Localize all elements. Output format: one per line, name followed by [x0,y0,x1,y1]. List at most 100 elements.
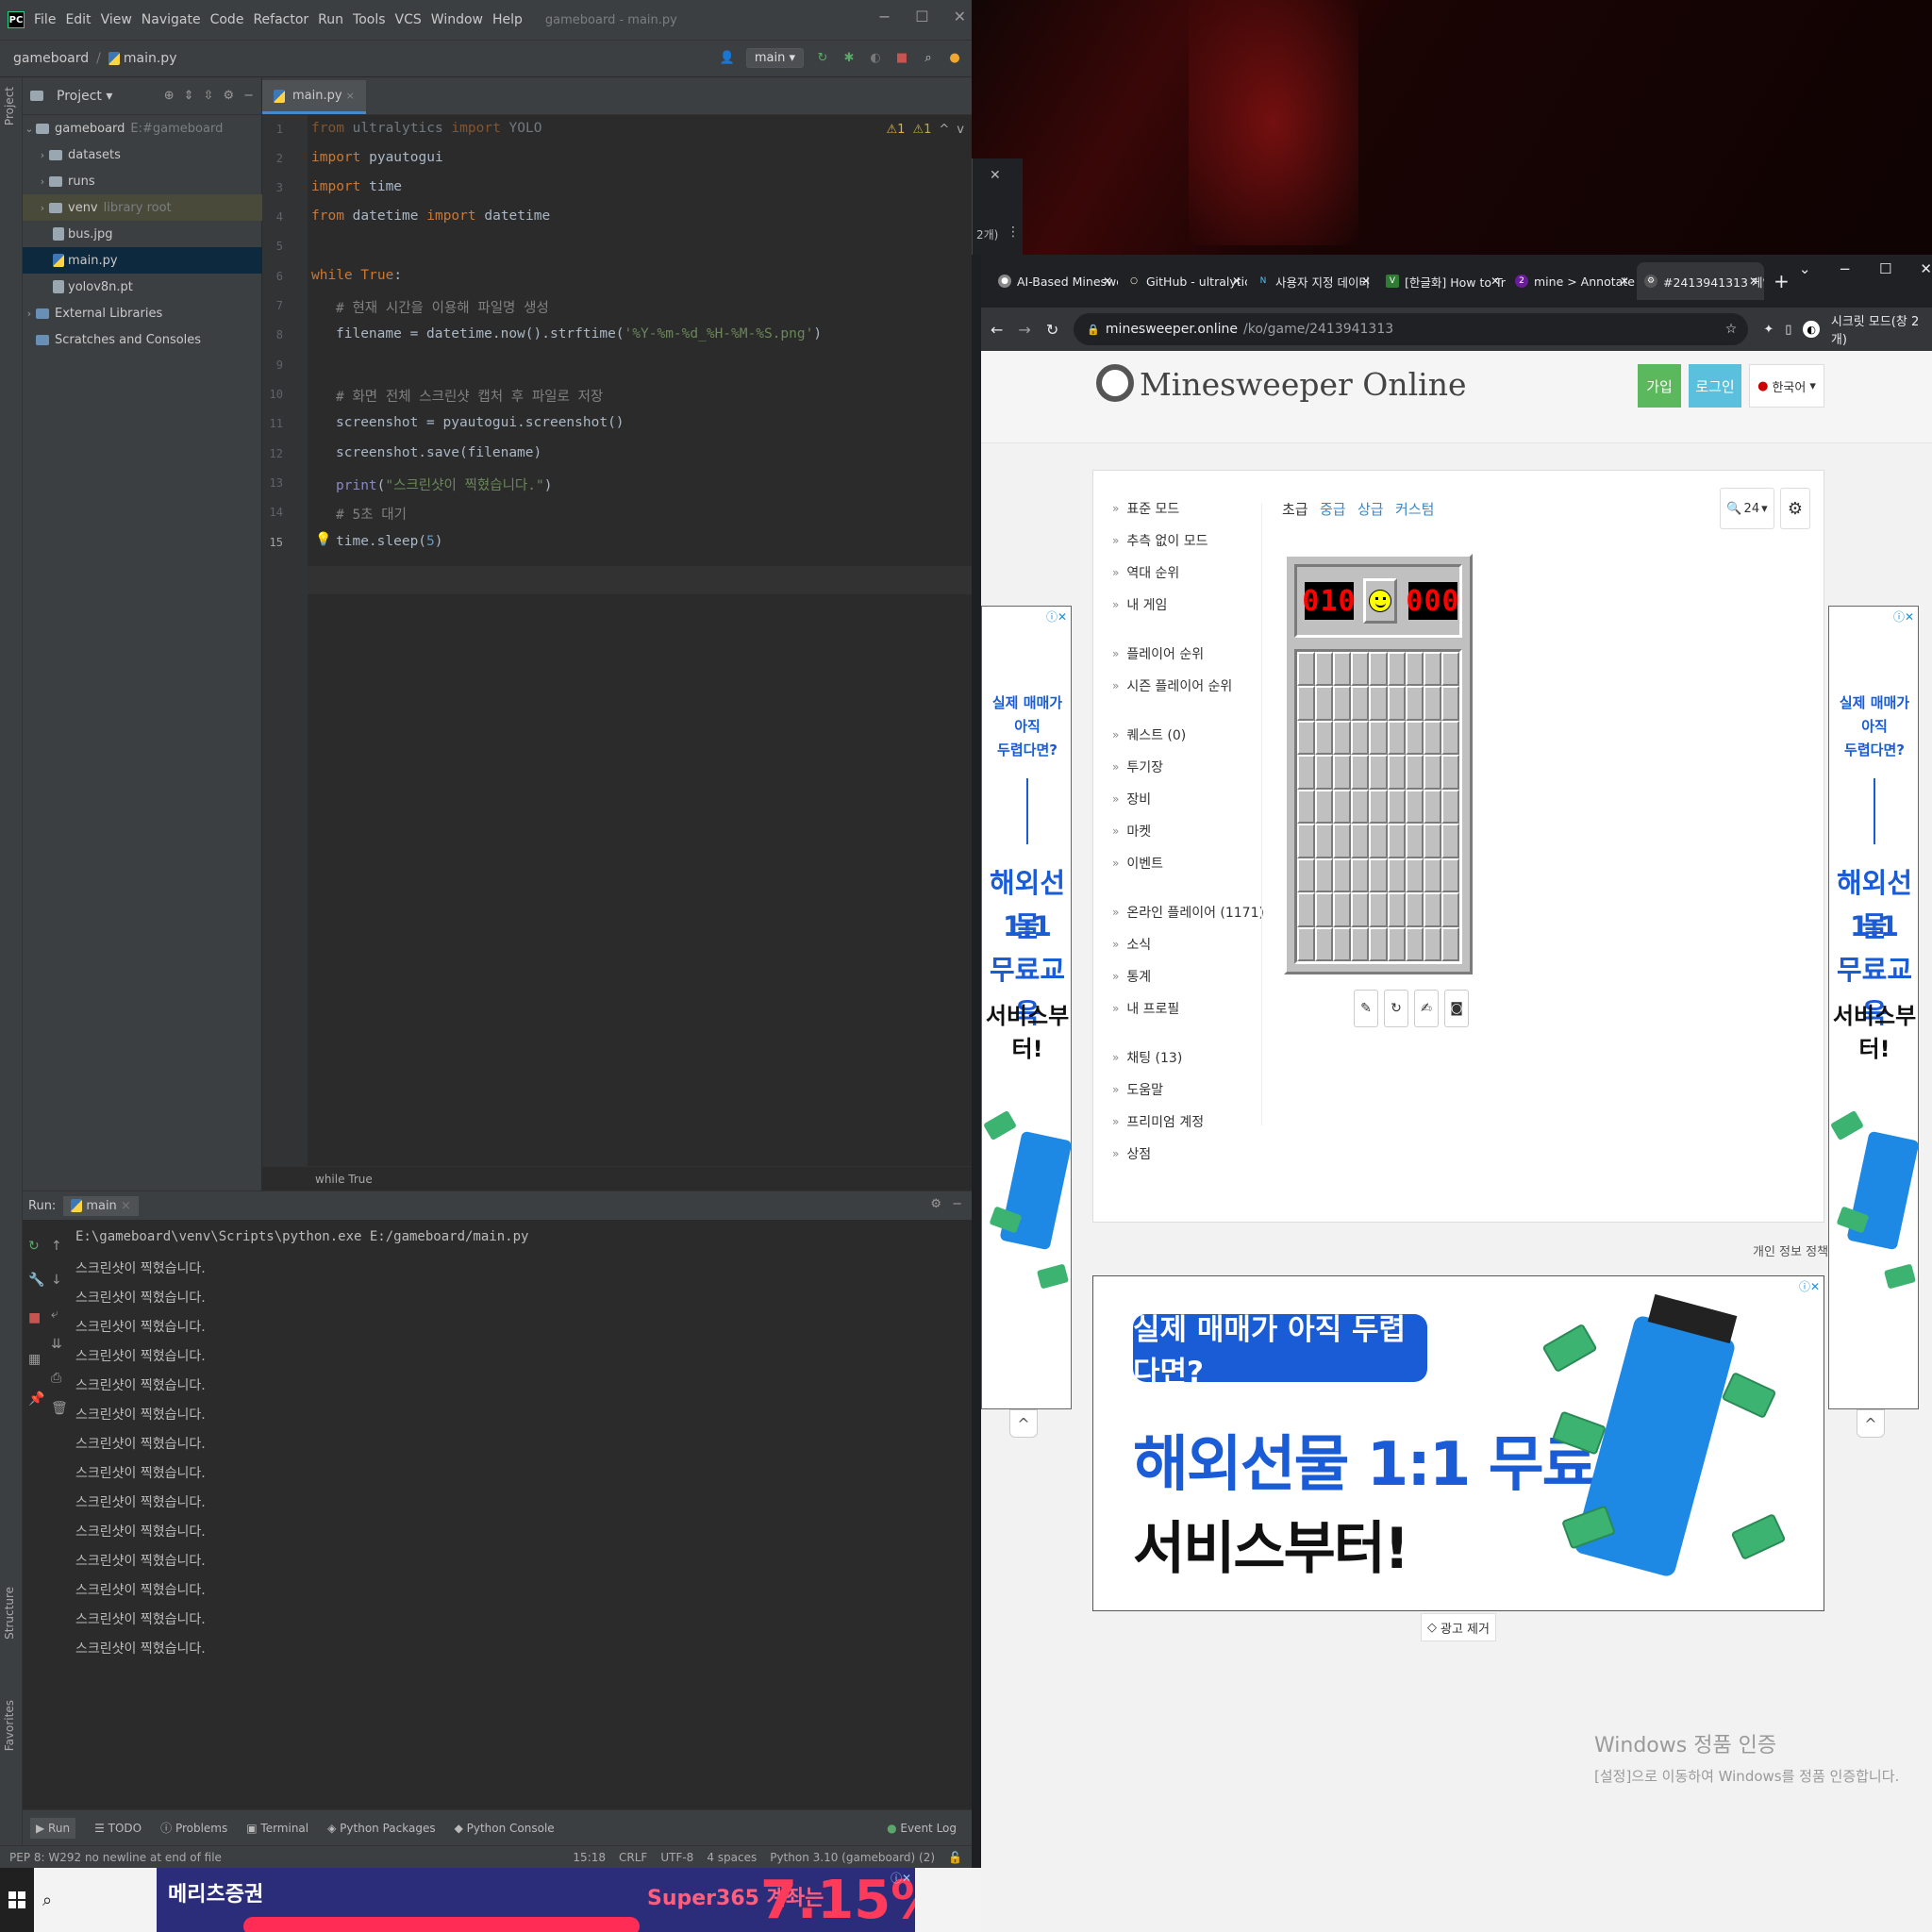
minimize-icon[interactable]: − [878,8,891,25]
mine-cell[interactable] [1315,926,1334,961]
mine-cell[interactable] [1369,755,1388,790]
mine-cell[interactable] [1441,824,1459,858]
url-input[interactable]: 🔒 minesweeper.online/ko/game/2413941313 … [1074,313,1749,345]
menu-online-players[interactable]: » 온라인 플레이어 (1171) [1112,903,1264,922]
debug-icon[interactable]: ✱ [841,51,857,66]
browser-tab-1[interactable]: ●AI-Based Minesweeper✕ [991,262,1118,300]
menu-help[interactable]: » 도움말 [1112,1080,1163,1099]
site-logo-text[interactable]: Minesweeper Online [1140,366,1466,403]
mine-cell[interactable] [1369,824,1388,858]
browser-minimize-icon[interactable]: − [1839,260,1851,277]
user-icon[interactable]: 👤 [720,51,735,66]
mine-cell[interactable] [1369,858,1388,893]
tab-problems[interactable]: ⓘ Problems [160,1820,227,1836]
mine-cell[interactable] [1297,652,1316,687]
wand-icon[interactable]: ✎ [1354,990,1378,1027]
mine-cell[interactable] [1315,858,1334,893]
menu-statistics[interactable]: » 통계 [1112,967,1151,986]
menu-run[interactable]: Run [318,12,343,27]
mine-cell[interactable] [1441,892,1459,927]
menu-help[interactable]: Help [492,12,523,27]
back-arrow-icon[interactable]: ← [991,321,1003,339]
tab-search-icon[interactable]: ⌄ [1799,260,1811,277]
close-icon[interactable]: ✕ [954,8,966,25]
tab-run[interactable]: ▶ Run [30,1817,76,1839]
right-side-ad[interactable]: ⓘ✕ 실제 매매가 아직 두렵다면? 해외선물 1:1 무료교육 서비스부터! [1828,606,1920,1409]
favorites-tool-label[interactable]: Favorites [3,1700,16,1751]
mine-cell[interactable] [1405,686,1424,721]
update-icon[interactable]: ● [947,51,962,66]
next-highlight-icon[interactable]: v [957,123,964,137]
tree-item-yolov8n[interactable]: yolov8n.pt [23,274,262,300]
mine-cell[interactable] [1315,755,1334,790]
browser-tab-2[interactable]: ○ GitHub - ultralytics ✕ [1120,262,1247,300]
mine-cell[interactable] [1387,686,1406,721]
menu-quests[interactable]: » 퀘스트 (0) [1112,725,1186,744]
menu-arena[interactable]: » 투기장 [1112,758,1163,776]
tab-terminal[interactable]: ▣ Terminal [246,1822,308,1835]
scroll-to-end-icon[interactable]: ⇊ [51,1337,62,1352]
run-settings-gear-icon[interactable]: ⚙ [930,1197,941,1211]
mine-cell[interactable] [1441,926,1459,961]
run-config-selector[interactable]: main ▾ [745,48,804,68]
file-encoding[interactable]: UTF-8 [660,1851,693,1864]
signup-button[interactable]: 가입 [1638,364,1681,408]
wrench-icon[interactable]: 🔧 [28,1273,44,1288]
ad-close-icon[interactable]: ⓘ✕ [1893,608,1914,625]
browser-tab-6-active[interactable]: ⚙ #2413941313 게임 ✕ [1637,262,1764,300]
mine-cell[interactable] [1315,789,1334,824]
browser-close-icon[interactable]: ✕ [1920,260,1932,277]
prev-highlight-icon[interactable]: ^ [939,123,949,137]
mine-cell[interactable] [1441,858,1459,893]
reload-icon[interactable]: ↻ [1046,321,1058,339]
mine-cell[interactable] [1405,789,1424,824]
menu-news[interactable]: » 소식 [1112,935,1151,954]
forward-arrow-icon[interactable]: → [1018,321,1030,339]
weak-warning-count[interactable]: ⚠1 [912,123,931,137]
mine-cell[interactable] [1315,686,1334,721]
status-message[interactable]: PEP 8: W292 no newline at end of file [9,1851,222,1864]
level-beginner-tab[interactable]: 초급 [1282,499,1308,519]
mine-cell[interactable] [1297,720,1316,756]
mine-cell[interactable] [1423,858,1441,893]
browser-tab-4[interactable]: V [한글화] How to Tr ✕ [1378,262,1506,300]
tab-close-icon[interactable]: ✕ [1232,275,1241,288]
mine-cell[interactable] [1333,755,1352,790]
soft-wrap-icon[interactable]: ⤶ [51,1307,58,1322]
menu-edit[interactable]: Edit [65,12,91,27]
mine-cell[interactable] [1369,892,1388,927]
mine-cell[interactable] [1351,824,1370,858]
layout-icon[interactable]: ▦ [28,1352,41,1367]
mine-cell[interactable] [1405,652,1424,687]
minesweeper-logo-icon[interactable] [1096,364,1134,402]
tab-close-icon[interactable]: ✕ [1749,275,1758,288]
mine-cell[interactable] [1423,789,1441,824]
menu-view[interactable]: View [101,12,132,27]
tab-close-icon[interactable]: ✕ [1361,275,1371,288]
tree-item-main-py[interactable]: main.py [23,247,262,274]
run-tab-main[interactable]: main × [63,1195,139,1216]
pin-icon[interactable]: 📌 [28,1391,44,1407]
menu-code[interactable]: Code [210,12,244,27]
mine-cell[interactable] [1423,824,1441,858]
expand-all-icon[interactable]: ⇕ [184,89,194,103]
menu-market[interactable]: » 마켓 [1112,822,1151,841]
mine-cell[interactable] [1351,652,1370,687]
mine-cell[interactable] [1369,652,1388,687]
menu-navigate[interactable]: Navigate [142,12,201,27]
mine-cell[interactable] [1423,652,1441,687]
menu-standard-mode[interactable]: » 표준 모드 [1112,499,1179,518]
bookmark-star-icon[interactable]: ☆ [1725,322,1738,337]
warning-count[interactable]: ⚠1 [887,123,906,137]
mine-cell[interactable] [1297,926,1316,961]
editor-tab-main-py[interactable]: main.py × [262,80,366,114]
restart-icon[interactable]: ↻ [1384,990,1408,1027]
mine-cell[interactable] [1405,720,1424,756]
banner-ad[interactable]: ⓘ✕ 실제 매매가 아직 두렵다면? 해외선물 1:1 무료교육 서비스부터! [1092,1275,1824,1611]
game-settings-gear-icon[interactable]: ⚙ [1780,488,1810,529]
menu-vcs[interactable]: VCS [395,12,422,27]
mine-cell[interactable] [1423,755,1441,790]
mine-cell[interactable] [1333,686,1352,721]
remove-ads-button[interactable]: ◇ 광고 제거 [1421,1613,1496,1641]
lock-icon[interactable]: 🔓 [948,1851,962,1864]
